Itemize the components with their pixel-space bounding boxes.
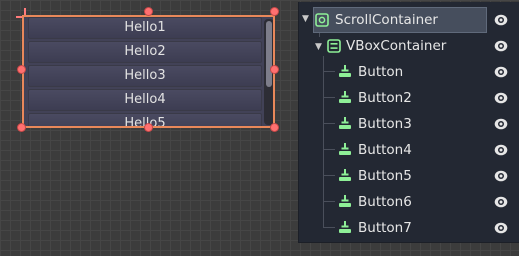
button-node-icon bbox=[339, 221, 351, 233]
resize-handle-bottom-left[interactable] bbox=[18, 124, 25, 131]
button-node-icon bbox=[339, 195, 351, 207]
tree-item-label: VBoxContainer bbox=[346, 38, 447, 54]
resize-handle-bottom[interactable] bbox=[145, 124, 152, 131]
tree-item-button[interactable]: Button6 bbox=[299, 188, 519, 214]
scene-tree-panel[interactable]: ▼ ScrollContainer ▼ VBoxContainer Button… bbox=[298, 2, 519, 243]
tree-item-scroll-container[interactable]: ▼ ScrollContainer bbox=[299, 4, 519, 33]
visibility-eye-icon[interactable] bbox=[494, 169, 508, 183]
scroll-container-preview[interactable]: Hello1 Hello2 Hello3 Hello4 Hello5 bbox=[22, 15, 275, 128]
tree-item-button[interactable]: Button3 bbox=[299, 110, 519, 136]
preview-button[interactable]: Hello1 bbox=[28, 17, 262, 39]
visibility-eye-icon[interactable] bbox=[494, 39, 508, 53]
collapse-arrow-icon[interactable]: ▼ bbox=[302, 14, 309, 24]
vbox-container-preview: Hello1 Hello2 Hello3 Hello4 Hello5 bbox=[28, 17, 262, 126]
vbox-container-icon bbox=[327, 39, 341, 53]
resize-handle-left[interactable] bbox=[18, 66, 25, 73]
visibility-eye-icon[interactable] bbox=[494, 91, 508, 105]
visibility-eye-icon[interactable] bbox=[494, 143, 508, 157]
tree-item-button[interactable]: Button4 bbox=[299, 136, 519, 162]
tree-item-label: Button6 bbox=[358, 194, 412, 210]
tree-item-label: Button3 bbox=[358, 116, 412, 132]
button-node-icon bbox=[339, 117, 351, 129]
visibility-eye-icon[interactable] bbox=[494, 221, 508, 235]
tree-item-label: Button bbox=[358, 64, 404, 80]
preview-button[interactable]: Hello3 bbox=[28, 65, 262, 87]
button-node-icon bbox=[339, 91, 351, 103]
tree-item-button[interactable]: Button bbox=[299, 58, 519, 84]
tree-item-label: Button7 bbox=[358, 220, 412, 236]
tree-item-button[interactable]: Button5 bbox=[299, 162, 519, 188]
tree-item-label: Button4 bbox=[358, 142, 412, 158]
tree-item-label: ScrollContainer bbox=[335, 12, 438, 28]
scroll-container-icon bbox=[315, 13, 329, 27]
visibility-eye-icon[interactable] bbox=[494, 195, 508, 209]
resize-handle-bottom-right[interactable] bbox=[271, 124, 278, 131]
resize-handle-top[interactable] bbox=[145, 8, 152, 15]
button-node-icon bbox=[339, 143, 351, 155]
collapse-arrow-icon[interactable]: ▼ bbox=[315, 42, 322, 52]
tree-item-vbox-container[interactable]: ▼ VBoxContainer bbox=[299, 32, 519, 58]
visibility-eye-icon[interactable] bbox=[494, 117, 508, 131]
tree-item-label: Button5 bbox=[358, 168, 412, 184]
tree-item-button[interactable]: Button2 bbox=[299, 84, 519, 110]
visibility-eye-icon[interactable] bbox=[494, 13, 508, 27]
tree-item-button[interactable]: Button7 bbox=[299, 214, 519, 240]
button-node-icon bbox=[339, 65, 351, 77]
scrollbar-grabber[interactable] bbox=[266, 21, 272, 87]
preview-button[interactable]: Hello2 bbox=[28, 41, 262, 63]
resize-handle-top-right[interactable] bbox=[271, 8, 278, 15]
tree-item-label: Button2 bbox=[358, 90, 412, 106]
canvas-viewport[interactable]: Hello1 Hello2 Hello3 Hello4 Hello5 bbox=[0, 0, 298, 256]
preview-button[interactable]: Hello4 bbox=[28, 89, 262, 111]
resize-handle-right[interactable] bbox=[271, 66, 278, 73]
button-node-icon bbox=[339, 169, 351, 181]
visibility-eye-icon[interactable] bbox=[494, 65, 508, 79]
